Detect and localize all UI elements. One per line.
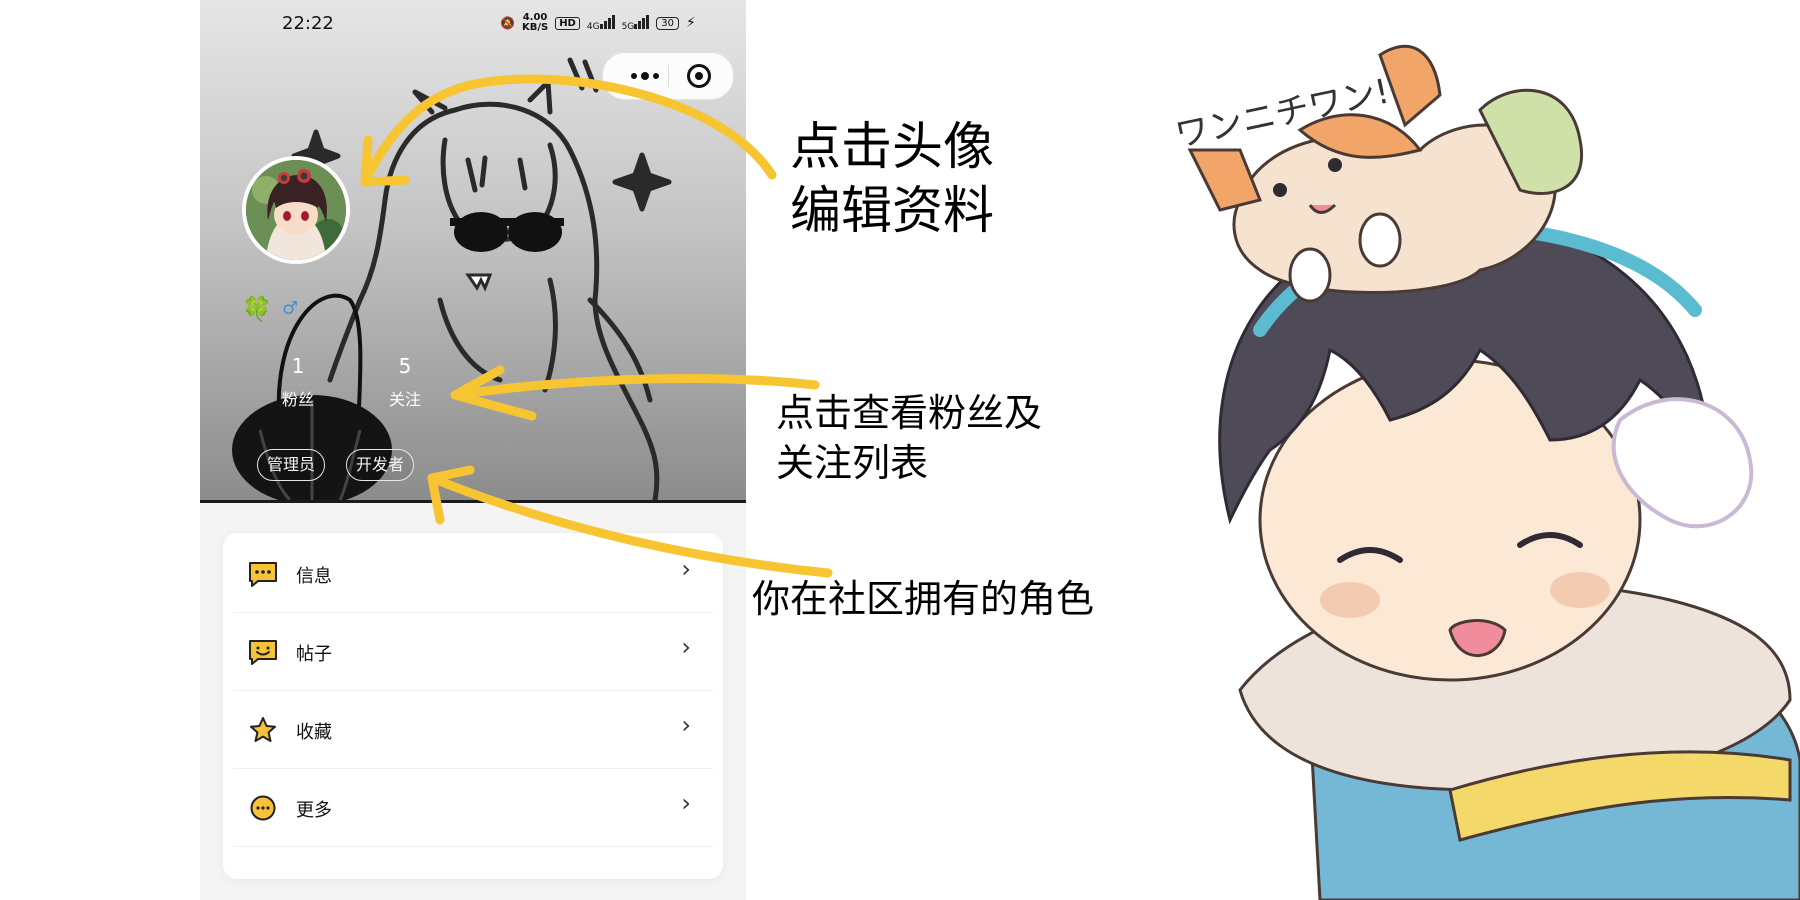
more-dots-icon[interactable] (623, 65, 667, 87)
stat-following[interactable]: 5 关注 (375, 354, 435, 410)
annotation-avatar-line2: 编辑资料 (790, 182, 995, 241)
status-time: 22:22 (282, 13, 334, 34)
star-icon (250, 717, 276, 742)
annotation-avatar: 点击头像 编辑资料 (790, 116, 994, 244)
target-icon[interactable] (687, 64, 711, 88)
status-bar: 22:22 🔕 4.00 KB/S HD 4G 5G 30 ⚡ (200, 0, 746, 46)
status-icons: 🔕 4.00 KB/S HD 4G 5G 30 ⚡ (500, 13, 696, 33)
miniprogram-capsule (602, 52, 734, 100)
menu-item-messages[interactable]: 信息 › (233, 535, 713, 613)
menu-card: 信息 › 帖子 › 收藏 › 更多 › (223, 533, 723, 879)
avatar[interactable] (242, 156, 350, 264)
signal-4g-icon: 4G (587, 14, 615, 32)
annotation-roles: 你在社区拥有的角色 (752, 577, 1095, 621)
followers-label: 粉丝 (281, 390, 314, 409)
chevron-right-icon: › (681, 633, 691, 661)
menu-label-more: 更多 (296, 800, 332, 821)
mascot-illustration: ワンニチワン! (1172, 44, 1800, 900)
capsule-divider (668, 65, 669, 87)
charging-icon: ⚡ (686, 15, 696, 31)
annotation-follow-line2: 关注列表 (776, 441, 929, 485)
menu-label-messages: 信息 (296, 566, 332, 587)
role-tag-admin: 管理员 (257, 449, 326, 481)
chevron-right-icon: › (681, 711, 691, 739)
menu-label-posts: 帖子 (296, 644, 332, 665)
battery-icon: 30 (656, 16, 679, 30)
annotation-follow-line1: 点击查看粉丝及 (776, 391, 1043, 435)
chevron-right-icon: › (681, 789, 691, 817)
menu-item-favorites[interactable]: 收藏 › (233, 691, 713, 769)
network-speed: 4.00 KB/S (521, 12, 549, 33)
menu-label-favorites: 收藏 (296, 722, 332, 743)
mute-icon: 🔕 (500, 16, 515, 30)
stat-followers[interactable]: 1 粉丝 (268, 354, 328, 410)
clover-icon: 🍀 (242, 295, 272, 323)
signal-5g-icon: 5G (622, 14, 650, 32)
role-tag-developer: 开发者 (346, 449, 415, 481)
more-icon (250, 795, 276, 821)
post-icon (249, 640, 277, 665)
menu-item-more[interactable]: 更多 › (233, 769, 713, 847)
male-icon: ♂ (282, 298, 299, 319)
menu-item-posts[interactable]: 帖子 › (233, 613, 713, 691)
avatar-image (246, 160, 346, 260)
phone-screen: 22:22 🔕 4.00 KB/S HD 4G 5G 30 ⚡ 🍀 ♂ 1 粉丝… (200, 0, 746, 900)
following-label: 关注 (388, 390, 421, 409)
annotation-avatar-line1: 点击头像 (790, 118, 995, 177)
hd-icon: HD (555, 16, 580, 30)
message-icon (249, 562, 277, 587)
followers-count: 1 (291, 354, 305, 378)
profile-header: 22:22 🔕 4.00 KB/S HD 4G 5G 30 ⚡ 🍀 ♂ 1 粉丝… (200, 0, 746, 503)
following-count: 5 (398, 354, 412, 378)
chevron-right-icon: › (681, 555, 691, 583)
annotation-follow: 点击查看粉丝及 关注列表 (776, 388, 1042, 488)
